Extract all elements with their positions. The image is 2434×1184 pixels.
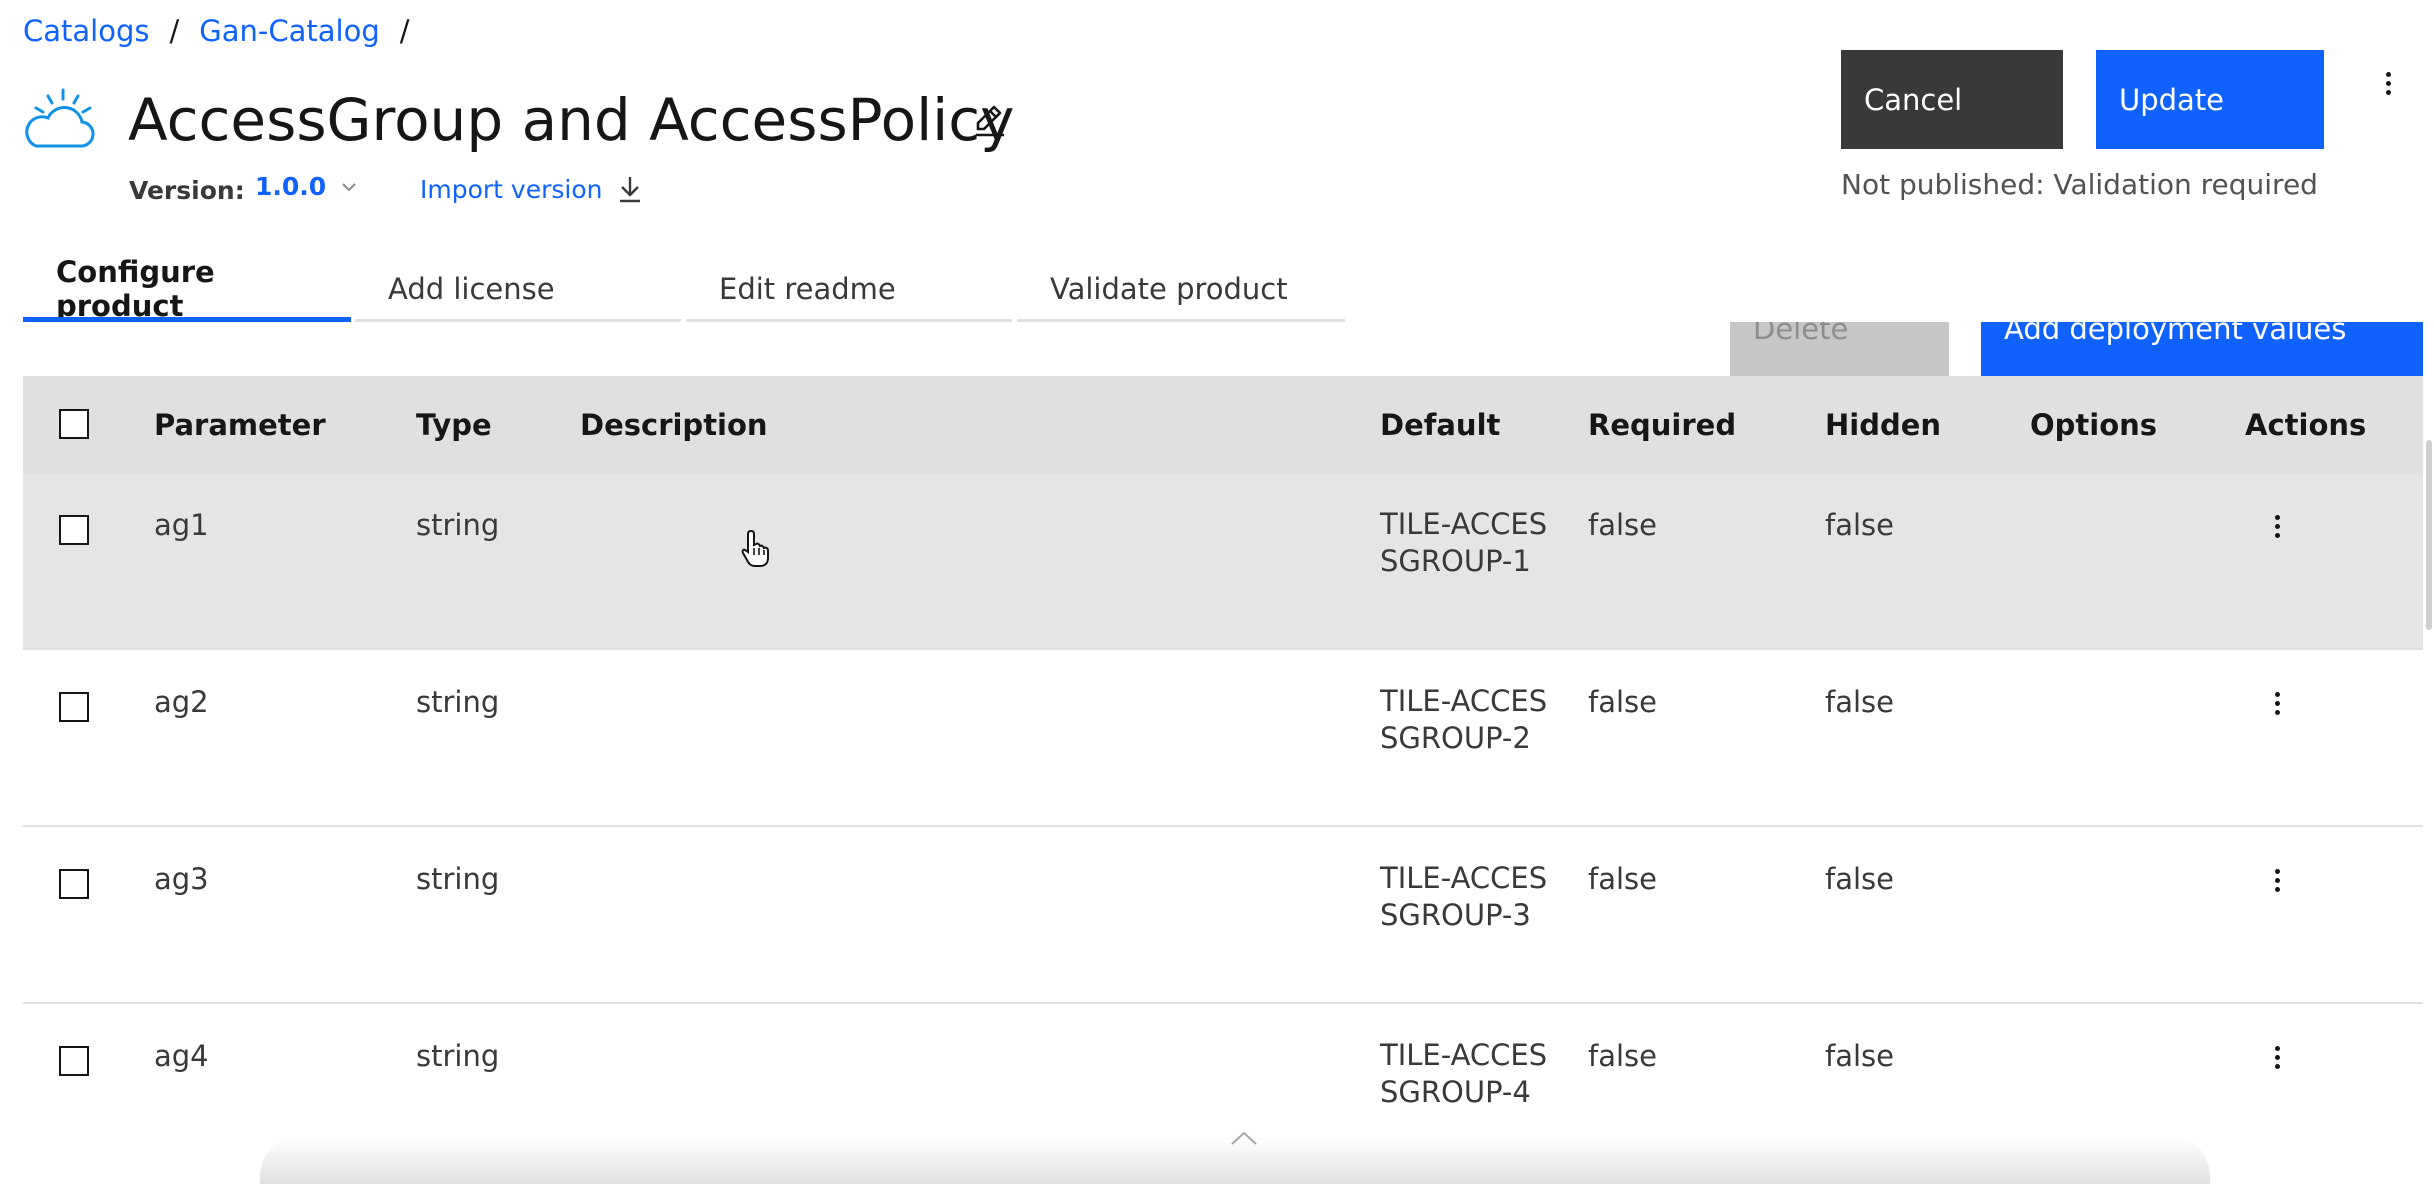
row-checkbox[interactable]	[59, 515, 89, 545]
cell-parameter: ag1	[154, 508, 209, 542]
page-title: AccessGroup and AccessPolicy	[128, 86, 1015, 154]
cell-type: string	[416, 508, 500, 542]
cell-hidden: false	[1825, 1039, 1894, 1073]
tab-label: Add license	[388, 271, 555, 306]
cell-parameter: ag4	[154, 1039, 209, 1073]
cell-default: TILE-ACCESSGROUP-2	[1380, 684, 1548, 755]
cell-required: false	[1588, 508, 1657, 542]
column-header-description[interactable]: Description	[580, 376, 768, 473]
row-checkbox[interactable]	[59, 692, 89, 722]
cell-type: string	[416, 685, 500, 719]
publish-status: Not published: Validation required	[1841, 168, 2318, 201]
cell-parameter: ag2	[154, 685, 209, 719]
cell-required: false	[1588, 862, 1657, 896]
edit-icon[interactable]	[972, 102, 1008, 138]
table-row[interactable]: ag1 string TILE-ACCESSGROUP-1 false fals…	[23, 473, 2423, 650]
row-overflow-menu-icon[interactable]	[2275, 515, 2283, 542]
download-icon	[616, 174, 644, 204]
breadcrumb-link-gan-catalog[interactable]: Gan-Catalog	[199, 14, 379, 48]
delete-button[interactable]: Delete	[1730, 322, 1949, 376]
table-toolbar: Delete Add deployment values	[0, 322, 2434, 376]
breadcrumb-separator: /	[399, 14, 410, 48]
pointer-cursor-icon	[740, 528, 774, 568]
update-button[interactable]: Update	[2096, 50, 2324, 149]
tab-label: Edit readme	[719, 271, 896, 306]
cell-default: TILE-ACCESSGROUP-4	[1380, 1038, 1548, 1109]
column-header-parameter[interactable]: Parameter	[154, 376, 326, 473]
scrollbar[interactable]	[2426, 440, 2432, 630]
breadcrumb-separator: /	[169, 14, 180, 48]
add-deployment-values-button[interactable]: Add deployment values	[1981, 322, 2423, 376]
cell-type: string	[416, 1039, 500, 1073]
add-deployment-values-label: Add deployment values	[2004, 322, 2347, 346]
column-header-options[interactable]: Options	[2030, 376, 2157, 473]
row-checkbox[interactable]	[59, 869, 89, 899]
column-header-hidden[interactable]: Hidden	[1825, 376, 1941, 473]
table-row[interactable]: ag2 string TILE-ACCESSGROUP-2 false fals…	[23, 650, 2423, 827]
cell-default: TILE-ACCESSGROUP-1	[1380, 507, 1548, 578]
cell-default: TILE-ACCESSGROUP-3	[1380, 861, 1548, 932]
cell-type: string	[416, 862, 500, 896]
delete-button-label: Delete	[1753, 322, 1849, 346]
tab-add-license[interactable]: Add license	[355, 255, 681, 322]
tab-edit-readme[interactable]: Edit readme	[686, 255, 1012, 322]
chevron-down-icon	[340, 178, 358, 196]
chevron-up-icon[interactable]	[1228, 1128, 1260, 1148]
column-header-required[interactable]: Required	[1588, 376, 1736, 473]
breadcrumb: Catalogs / Gan-Catalog /	[23, 14, 410, 48]
tab-configure-product[interactable]: Configure product	[23, 254, 351, 323]
cell-hidden: false	[1825, 862, 1894, 896]
tab-label: Configure product	[56, 254, 215, 323]
row-overflow-menu-icon[interactable]	[2275, 1046, 2283, 1073]
tab-validate-product[interactable]: Validate product	[1017, 255, 1345, 322]
breadcrumb-link-catalogs[interactable]: Catalogs	[23, 14, 149, 48]
cell-hidden: false	[1825, 685, 1894, 719]
import-version-label: Import version	[420, 174, 603, 204]
cell-parameter: ag3	[154, 862, 209, 896]
cell-required: false	[1588, 685, 1657, 719]
row-checkbox[interactable]	[59, 1046, 89, 1076]
table-row[interactable]: ag3 string TILE-ACCESSGROUP-3 false fals…	[23, 827, 2423, 1004]
cloud-icon	[22, 88, 98, 154]
select-all-checkbox[interactable]	[59, 409, 89, 439]
import-version-link[interactable]: Import version	[420, 174, 644, 204]
version-label: Version:	[129, 176, 245, 205]
column-header-default[interactable]: Default	[1380, 376, 1500, 473]
overflow-menu-icon[interactable]	[2386, 72, 2394, 99]
table-header: Parameter Type Description Default Requi…	[23, 376, 2423, 473]
cell-hidden: false	[1825, 508, 1894, 542]
column-header-type[interactable]: Type	[416, 376, 492, 473]
row-overflow-menu-icon[interactable]	[2275, 869, 2283, 896]
update-button-label: Update	[2119, 82, 2225, 117]
column-header-actions[interactable]: Actions	[2245, 376, 2366, 473]
cancel-button[interactable]: Cancel	[1841, 50, 2063, 149]
tab-label: Validate product	[1050, 271, 1288, 306]
cell-required: false	[1588, 1039, 1657, 1073]
row-overflow-menu-icon[interactable]	[2275, 692, 2283, 719]
cancel-button-label: Cancel	[1864, 82, 1963, 117]
version-select[interactable]: 1.0.0	[255, 172, 358, 201]
version-value: 1.0.0	[255, 172, 327, 201]
